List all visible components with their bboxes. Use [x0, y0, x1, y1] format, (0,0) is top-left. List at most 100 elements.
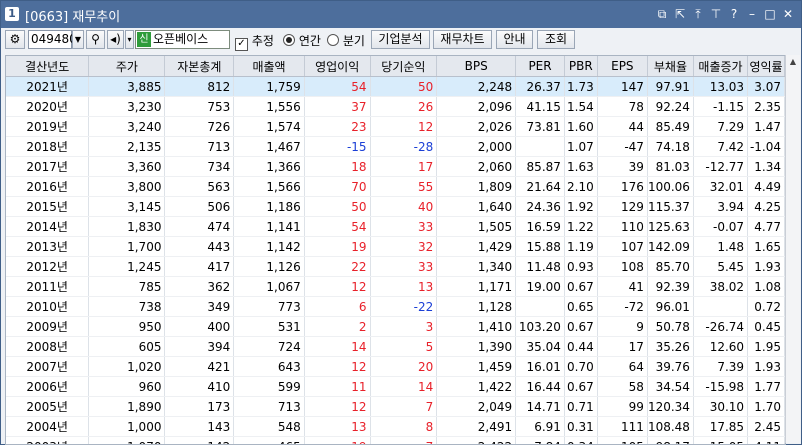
table-cell: 173	[164, 396, 235, 417]
table-cell: 1.73	[564, 76, 598, 97]
table-cell: 1,141	[233, 216, 305, 237]
table-row[interactable]: 2010년 738 349 773 6 -22 1,128 0.65 -72 96.01 0.72	[6, 296, 785, 317]
table-cell: 812	[164, 76, 235, 97]
column-header[interactable]: EPS	[597, 56, 648, 77]
table-row[interactable]: 2003년1,0701424651972,4227.840.3410598.17…	[6, 436, 785, 444]
table-cell: 100.06	[647, 176, 694, 197]
table-cell: 0.93	[564, 256, 598, 277]
table-cell: 2	[304, 316, 371, 337]
table-cell: 2008년	[6, 336, 90, 357]
query-button[interactable]: 조회	[537, 30, 575, 49]
table-cell: 0.67	[564, 376, 598, 397]
table-cell: 349	[164, 296, 235, 317]
column-header[interactable]: 영업이익	[304, 56, 371, 77]
title-bar[interactable]: 1 [0663] 재무추이 ⧉ ⇱ ⤒ ⊤ ? – □ ✕	[1, 1, 801, 28]
table-row[interactable]: 2017년 3,360 734 1,366 18 17 2,060 85.87 1.63 39 81…	[6, 156, 785, 177]
table-cell: 50.78	[647, 316, 694, 337]
guide-button[interactable]: 안내	[496, 30, 533, 49]
table-cell: 2013년	[6, 236, 90, 257]
scroll-up-icon[interactable]: ▲	[787, 57, 799, 69]
column-header[interactable]: 부채율	[647, 56, 694, 77]
table-row[interactable]: 2006년 960 410 599 11 14 1,422 16.44 0.67 58 34.54-…	[6, 376, 785, 397]
table-cell: 3,885	[88, 76, 166, 97]
minimize-icon[interactable]: –	[745, 6, 759, 22]
table-cell: 2,248	[436, 76, 517, 97]
estimate-checkbox[interactable]: ✓ 추정	[235, 32, 274, 51]
table-cell: 1.19	[564, 236, 598, 257]
close-icon[interactable]: ✕	[781, 6, 795, 22]
table-cell: 7.39	[693, 356, 749, 377]
tack-icon[interactable]: ⊤	[709, 6, 723, 22]
table-cell: -15.98	[693, 376, 749, 397]
speaker-button[interactable]: ◂)	[107, 30, 124, 49]
table-row[interactable]: 2007년 1,020 421 643 12 20 1,459 16.01 0.70 64 39.7…	[6, 356, 785, 377]
table-cell: 11.48	[515, 256, 565, 277]
column-header[interactable]: 자본총계	[164, 56, 235, 77]
company-name-field[interactable]: 신 오픈베이스	[135, 30, 230, 49]
stock-code-input[interactable]: 049480	[28, 30, 77, 49]
financial-chart-button[interactable]: 재무차트	[433, 30, 492, 49]
table-cell: 142.09	[647, 236, 694, 257]
table-row[interactable]: 2004년 1,000 143 548 13 8 2,491 6.91 0.31 111 108.4…	[6, 416, 785, 437]
column-header[interactable]: BPS	[436, 56, 517, 77]
table-row[interactable]: 2013년 1,700 443 1,142 19 32 1,429 15.88 1.19 107 1…	[6, 236, 785, 257]
table-cell: 11	[304, 376, 371, 397]
table-cell: 1,890	[88, 396, 166, 417]
table-cell: 34.54	[647, 376, 694, 397]
table-cell: 7	[370, 396, 438, 417]
company-analysis-button[interactable]: 기업분석	[371, 30, 430, 49]
table-row[interactable]: 2015년 3,145 506 1,186 50 40 1,640 24.36 1.92 129 1…	[6, 196, 785, 217]
table-cell: 99	[597, 396, 648, 417]
table-row[interactable]: 2019년 3,240 726 1,574 23 12 2,026 73.81 1.60 44 85…	[6, 116, 785, 137]
restore-icon[interactable]: ⤒	[691, 6, 705, 22]
table-cell: 1,245	[88, 256, 166, 277]
table-cell: 37	[304, 96, 371, 117]
table-cell: 1,410	[436, 316, 517, 337]
column-header[interactable]: 주가	[88, 56, 166, 77]
table-cell: 1.34	[747, 156, 785, 177]
table-row[interactable]: 2009년 950 400 531 2 3 1,410 103.20 0.67 9 50.78 -26…	[6, 316, 785, 337]
column-header[interactable]: 당기순익	[370, 56, 438, 77]
column-header[interactable]: 영익률	[747, 56, 785, 77]
table-row[interactable]: 2020년 3,230 753 1,556 37 26 2,096 41.15 1.54 78 92…	[6, 96, 785, 117]
table-row[interactable]: 2016년 3,800 563 1,566 70 55 1,809 21.64 2.10 176 1…	[6, 176, 785, 197]
table-cell: 50	[304, 196, 371, 217]
speaker-dropdown-button[interactable]: ▾	[125, 30, 134, 49]
table-cell: 465	[233, 436, 305, 444]
table-row[interactable]: 2008년 605 394 724 14 5 1,390 35.04 0.44 17 35.26 12…	[6, 336, 785, 357]
table-cell: 1,128	[436, 296, 517, 317]
table-cell: 1,171	[436, 276, 517, 297]
table-row[interactable]: 2014년 1,830 474 1,141 54 33 1,505 16.59 1.22 110 1…	[6, 216, 785, 237]
table-cell: 1,390	[436, 336, 517, 357]
table-cell: 2004년	[6, 416, 90, 437]
table-row[interactable]: 2021년 3,885 812 1,759 54 50 2,248 26.37 1.73 147 9…	[6, 76, 785, 97]
table-cell: 32.01	[693, 176, 749, 197]
annual-radio[interactable]: 연간	[283, 32, 321, 49]
link-icon[interactable]: ⧉	[655, 6, 669, 22]
help-icon[interactable]: ?	[727, 6, 741, 22]
table-row[interactable]: 2005년 1,890 173 713 12 7 2,049 14.71 0.71 99 120.3…	[6, 396, 785, 417]
table-cell: 1,142	[233, 236, 305, 257]
maximize-icon[interactable]: □	[763, 6, 777, 22]
table-row[interactable]: 2011년 785 362 1,067 12 13 1,171 19.00 0.67 41 92.3…	[6, 276, 785, 297]
column-header[interactable]: 결산년도	[6, 56, 90, 77]
table-row[interactable]: 2018년 2,135 713 1,467 -15 -28 2,000 1.07 -47 74.1…	[6, 136, 785, 157]
vertical-scrollbar[interactable]: ▲	[785, 55, 800, 443]
table-cell: 1,070	[88, 436, 166, 444]
table-cell: 14	[370, 376, 438, 397]
table-cell: 4.49	[747, 176, 785, 197]
quarter-radio[interactable]: 분기	[327, 32, 365, 49]
search-button[interactable]: ⚲	[86, 30, 105, 49]
financial-table: 결산년도 주가 자본총계 매출액 영업이익 당기순익 BPS PER PBR EPS 부채율 매출증가…	[5, 55, 786, 445]
pin-icon[interactable]: ⇱	[673, 6, 687, 22]
column-header[interactable]: 매출액	[233, 56, 305, 77]
speaker-icon: ◂)	[110, 32, 121, 46]
column-header[interactable]: 매출증가	[693, 56, 749, 77]
settings-button[interactable]: ⚙	[5, 30, 25, 49]
table-cell: 78	[597, 96, 648, 117]
code-dropdown-button[interactable]: ▼	[72, 30, 84, 49]
table-row[interactable]: 2012년 1,245 417 1,126 22 33 1,340 11.48 0.93 108 8…	[6, 256, 785, 277]
column-header[interactable]: PBR	[564, 56, 598, 77]
table-cell: 1,020	[88, 356, 166, 377]
column-header[interactable]: PER	[515, 56, 565, 77]
